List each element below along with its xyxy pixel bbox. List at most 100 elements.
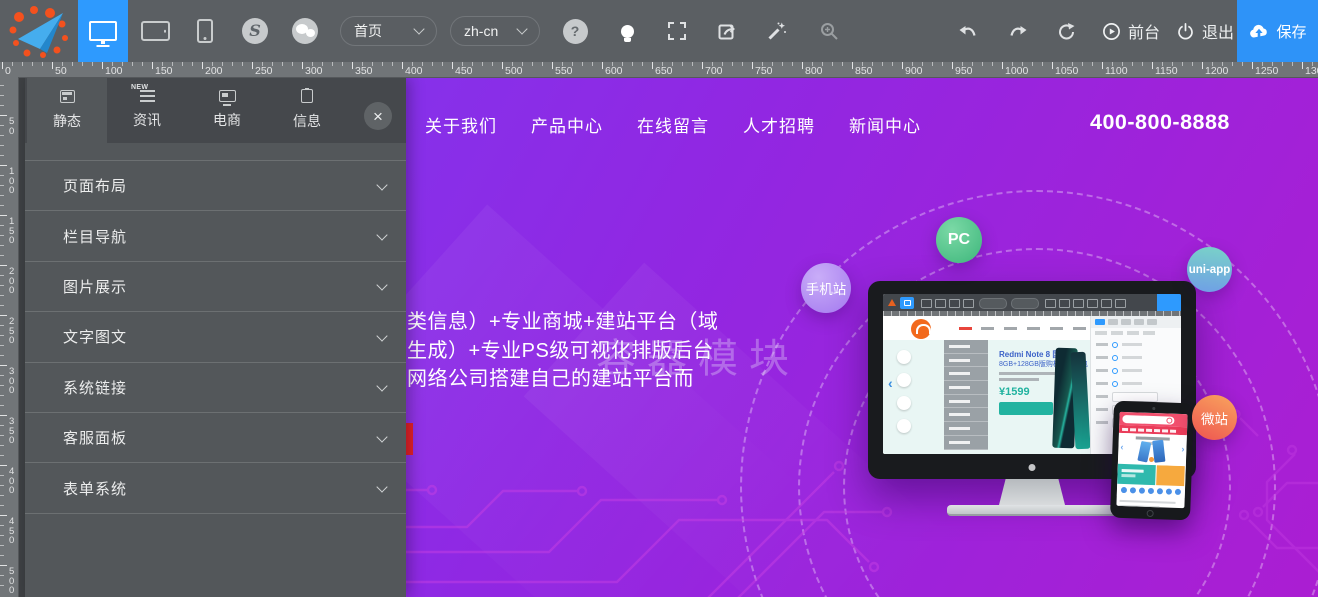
lightbulb-icon [621, 25, 634, 38]
tablet-mockup[interactable]: ‹ › [1110, 401, 1194, 521]
mini-editor-toolbar [883, 294, 1181, 311]
mini-back-arrow: ‹ [888, 376, 893, 390]
panel-section[interactable]: 图片展示 [25, 261, 406, 311]
site-nav: 关于我们 产品中心 在线留言 人才招聘 新闻中心 [425, 112, 921, 137]
panel-section[interactable]: 文字图文 [25, 311, 406, 361]
device-desktop-button[interactable] [78, 0, 128, 62]
language-select[interactable]: zh-cn [450, 16, 540, 46]
front-label: 前台 [1128, 19, 1160, 43]
chevron-down-icon [376, 229, 387, 240]
help-icon: ? [563, 19, 588, 44]
tablet-carousel: ‹ › [1118, 433, 1187, 466]
tips-button[interactable] [614, 0, 640, 62]
magic-wand-icon [767, 21, 787, 41]
close-icon: × [373, 108, 383, 125]
panel-section[interactable]: 表单系统 [25, 462, 406, 513]
tablet-search-bar [1122, 414, 1174, 424]
panel-tab-info[interactable]: 信息 [267, 77, 347, 143]
page-select-value: 首页 [354, 21, 382, 41]
mini-site-header [883, 316, 1090, 340]
cloud-save-icon [1248, 22, 1270, 40]
site-phone-number[interactable]: 400-800-8888 [1090, 110, 1230, 135]
site-nav-item[interactable]: 产品中心 [531, 112, 603, 137]
bubble-uniapp[interactable]: uni-app [1187, 247, 1232, 292]
magic-wand-button[interactable] [764, 0, 790, 62]
undo-icon [958, 23, 978, 39]
imac-stand [999, 479, 1065, 505]
save-button[interactable]: 保存 [1237, 0, 1318, 62]
mini-buy-button [999, 402, 1053, 415]
zoom-button[interactable] [816, 0, 842, 62]
chevron-down-icon [376, 330, 387, 341]
panel-section[interactable]: 客服面板 [25, 412, 406, 462]
wechat-icon [292, 18, 318, 44]
panel-section[interactable]: 栏目导航 [25, 210, 406, 260]
tablet-icon [141, 21, 170, 41]
site-nav-item[interactable]: 关于我们 [425, 112, 497, 137]
preview-front-button[interactable]: 前台 [1102, 0, 1160, 62]
wechat-button[interactable] [292, 18, 318, 44]
site-nav-item[interactable]: 在线留言 [637, 112, 709, 137]
hidden-red-element [406, 423, 413, 455]
tablet-camera [1152, 407, 1155, 410]
chevron-down-icon [516, 23, 527, 34]
panel-tab-news[interactable]: NEW 资讯 [107, 77, 187, 143]
panel-section[interactable]: 页面布局 [25, 160, 406, 210]
redo-icon [1008, 23, 1028, 39]
chevron-down-icon [376, 179, 387, 190]
ruler-vertical: 50100150200250300350400450500 [0, 77, 19, 597]
import-template-button[interactable] [714, 0, 740, 62]
app-logo[interactable] [9, 4, 69, 58]
help-button[interactable]: ? [562, 0, 588, 62]
editor-toolbar: S 首页 zh-cn ? [0, 0, 1318, 62]
bubble-weixin-site[interactable]: 微站 [1192, 395, 1237, 440]
fullscreen-button[interactable] [664, 0, 690, 62]
panel-section[interactable]: 系统链接 [25, 362, 406, 412]
mini-save-button [1157, 294, 1181, 311]
miniprogram-icon: S [249, 23, 261, 39]
zoom-plus-icon [819, 21, 839, 41]
exit-label: 退出 [1202, 19, 1234, 43]
chevron-down-icon [413, 23, 424, 34]
language-select-value: zh-cn [464, 23, 498, 39]
bubble-mobile-site[interactable]: 手机站 [801, 263, 851, 313]
panel-tab-static[interactable]: 静态 [27, 77, 107, 143]
modules-panel: 静态 NEW 资讯 电商 信息 × 页面布局 栏目导航 [25, 77, 406, 597]
mini-site-logo [911, 319, 931, 339]
panel-tabs: 静态 NEW 资讯 电商 信息 × [25, 77, 406, 143]
info-tab-icon [301, 89, 313, 103]
fullscreen-icon [667, 21, 687, 41]
chevron-down-icon [376, 381, 387, 392]
mini-active-device-icon [900, 297, 914, 309]
miniprogram-button[interactable]: S [242, 18, 268, 44]
tablet-site-header [1119, 412, 1187, 427]
power-icon [1176, 22, 1195, 41]
news-tab-icon [140, 90, 155, 102]
mini-sidebar-menu [944, 340, 988, 450]
chevron-down-icon [376, 431, 387, 442]
refresh-button[interactable] [1053, 0, 1079, 62]
website-builder-app: 关于我们产品中心在线留言人才招聘新闻中心 400-800-8888 类信息）+专… [0, 0, 1318, 597]
site-nav-item[interactable]: 人才招聘 [743, 112, 815, 137]
refresh-icon [1057, 22, 1076, 41]
monitor-icon [89, 21, 117, 41]
page-select[interactable]: 首页 [340, 16, 437, 46]
chevron-down-icon [376, 280, 387, 291]
phone-icon [197, 19, 213, 43]
panel-sections: 页面布局 栏目导航 图片展示 文字图文 系统链接 客服面板 表单系统 [25, 160, 406, 514]
panel-close-button[interactable]: × [364, 102, 392, 130]
import-icon [717, 21, 737, 41]
ruler-horizontal: 0501001502002503003504004505005506006507… [0, 62, 1318, 78]
redo-button[interactable] [1005, 0, 1031, 62]
device-mobile-button[interactable] [180, 0, 230, 62]
workspace-gutter [18, 77, 25, 597]
apple-logo-icon [1029, 464, 1036, 471]
shop-tab-icon [219, 90, 236, 102]
panel-tab-shop[interactable]: 电商 [187, 77, 267, 143]
exit-button[interactable]: 退出 [1176, 0, 1234, 62]
device-tablet-button[interactable] [130, 0, 180, 62]
site-nav-item[interactable]: 新闻中心 [849, 112, 921, 137]
chevron-down-icon [376, 481, 387, 492]
bubble-pc[interactable]: PC [936, 217, 982, 263]
undo-button[interactable] [955, 0, 981, 62]
